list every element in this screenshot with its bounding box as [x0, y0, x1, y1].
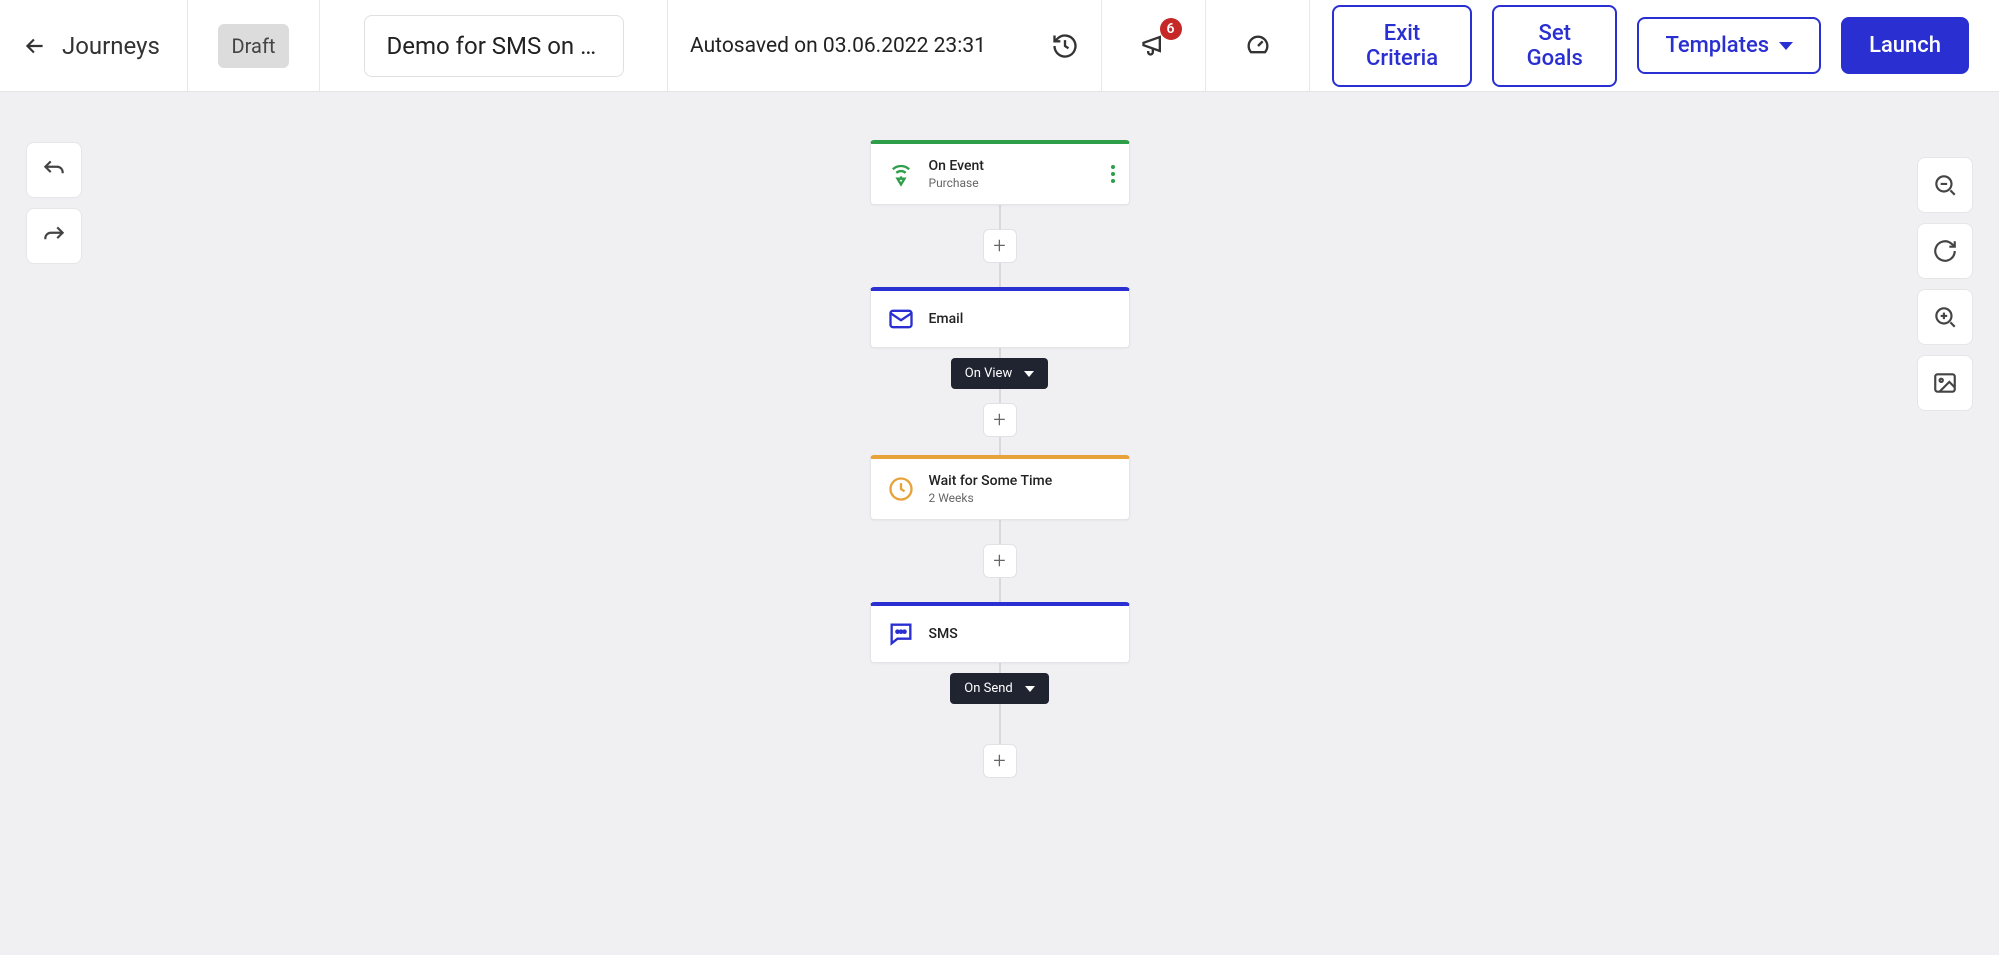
- app-header: Journeys Draft Demo for SMS on Archit Au…: [0, 0, 1999, 92]
- connector: [999, 389, 1001, 403]
- condition-chip-on-view[interactable]: On View: [951, 358, 1048, 389]
- connector: [999, 663, 1001, 673]
- node-title: Email: [929, 311, 964, 327]
- zoom-out-button[interactable]: [1917, 157, 1973, 213]
- undo-redo-panel: [26, 142, 82, 264]
- clock-icon: [887, 475, 915, 503]
- node-menu-button[interactable]: [1111, 165, 1115, 183]
- add-step-button[interactable]: +: [983, 403, 1017, 437]
- notification-badge: 6: [1160, 18, 1182, 40]
- connector: [999, 578, 1001, 602]
- image-icon: [1932, 370, 1958, 396]
- export-image-button[interactable]: [1917, 355, 1973, 411]
- zoom-in-button[interactable]: [1917, 289, 1973, 345]
- announce-button[interactable]: 6: [1140, 30, 1168, 62]
- refresh-icon: [1932, 238, 1958, 264]
- node-title: SMS: [929, 626, 958, 642]
- autosave-text: Autosaved on 03.06.2022 23:31: [690, 34, 1021, 58]
- node-on-event[interactable]: On Event Purchase: [870, 140, 1130, 205]
- speed-cell: [1206, 0, 1310, 91]
- add-step-button[interactable]: +: [983, 229, 1017, 263]
- autosave-cell: Autosaved on 03.06.2022 23:31: [668, 0, 1102, 91]
- name-cell: Demo for SMS on Archit: [320, 0, 668, 91]
- connector: [999, 348, 1001, 358]
- connector: [999, 437, 1001, 455]
- breadcrumb[interactable]: Journeys: [62, 32, 160, 60]
- chip-label: On Send: [964, 681, 1012, 696]
- journey-name-input[interactable]: Demo for SMS on Archit: [364, 15, 624, 77]
- node-subtitle: Purchase: [929, 176, 984, 190]
- back-arrow-icon[interactable]: [22, 33, 48, 59]
- templates-button[interactable]: Templates: [1637, 17, 1821, 74]
- connector: [999, 520, 1001, 544]
- exit-criteria-button[interactable]: Exit Criteria: [1332, 5, 1472, 87]
- connector: [999, 263, 1001, 287]
- history-icon[interactable]: [1051, 32, 1079, 60]
- chevron-down-icon: [1779, 42, 1793, 50]
- status-badge: Draft: [218, 24, 290, 68]
- gauge-icon[interactable]: [1244, 32, 1272, 60]
- condition-chip-on-send[interactable]: On Send: [950, 673, 1048, 704]
- templates-label: Templates: [1665, 33, 1769, 58]
- add-step-button[interactable]: +: [983, 544, 1017, 578]
- node-title: Wait for Some Time: [929, 473, 1053, 489]
- node-sms[interactable]: SMS: [870, 602, 1130, 663]
- node-email[interactable]: Email: [870, 287, 1130, 348]
- mail-icon: [887, 305, 915, 333]
- zoom-in-icon: [1932, 304, 1958, 330]
- chevron-down-icon: [1025, 686, 1035, 692]
- node-subtitle: 2 Weeks: [929, 491, 1053, 505]
- add-step-button[interactable]: +: [983, 744, 1017, 778]
- undo-button[interactable]: [26, 142, 82, 198]
- status-cell: Draft: [188, 0, 320, 91]
- connector: [999, 205, 1001, 229]
- connector: [999, 704, 1001, 744]
- redo-button[interactable]: [26, 208, 82, 264]
- sms-icon: [887, 620, 915, 648]
- redo-icon: [41, 223, 67, 249]
- breadcrumb-cell: Journeys: [0, 0, 188, 91]
- zoom-out-icon: [1932, 172, 1958, 198]
- node-wait[interactable]: Wait for Some Time 2 Weeks: [870, 455, 1130, 520]
- event-icon: [887, 160, 915, 188]
- canvas[interactable]: On Event Purchase + Email On View + W: [0, 92, 1999, 955]
- set-goals-button[interactable]: Set Goals: [1492, 5, 1617, 87]
- actions-cell: Exit Criteria Set Goals Templates Launch: [1310, 0, 1999, 91]
- journey-flow: On Event Purchase + Email On View + W: [870, 140, 1130, 778]
- chip-label: On View: [965, 366, 1012, 381]
- undo-icon: [41, 157, 67, 183]
- announce-cell: 6: [1102, 0, 1206, 91]
- node-title: On Event: [929, 158, 984, 174]
- zoom-panel: [1917, 157, 1973, 411]
- launch-button[interactable]: Launch: [1841, 17, 1969, 74]
- reset-zoom-button[interactable]: [1917, 223, 1973, 279]
- chevron-down-icon: [1024, 371, 1034, 377]
